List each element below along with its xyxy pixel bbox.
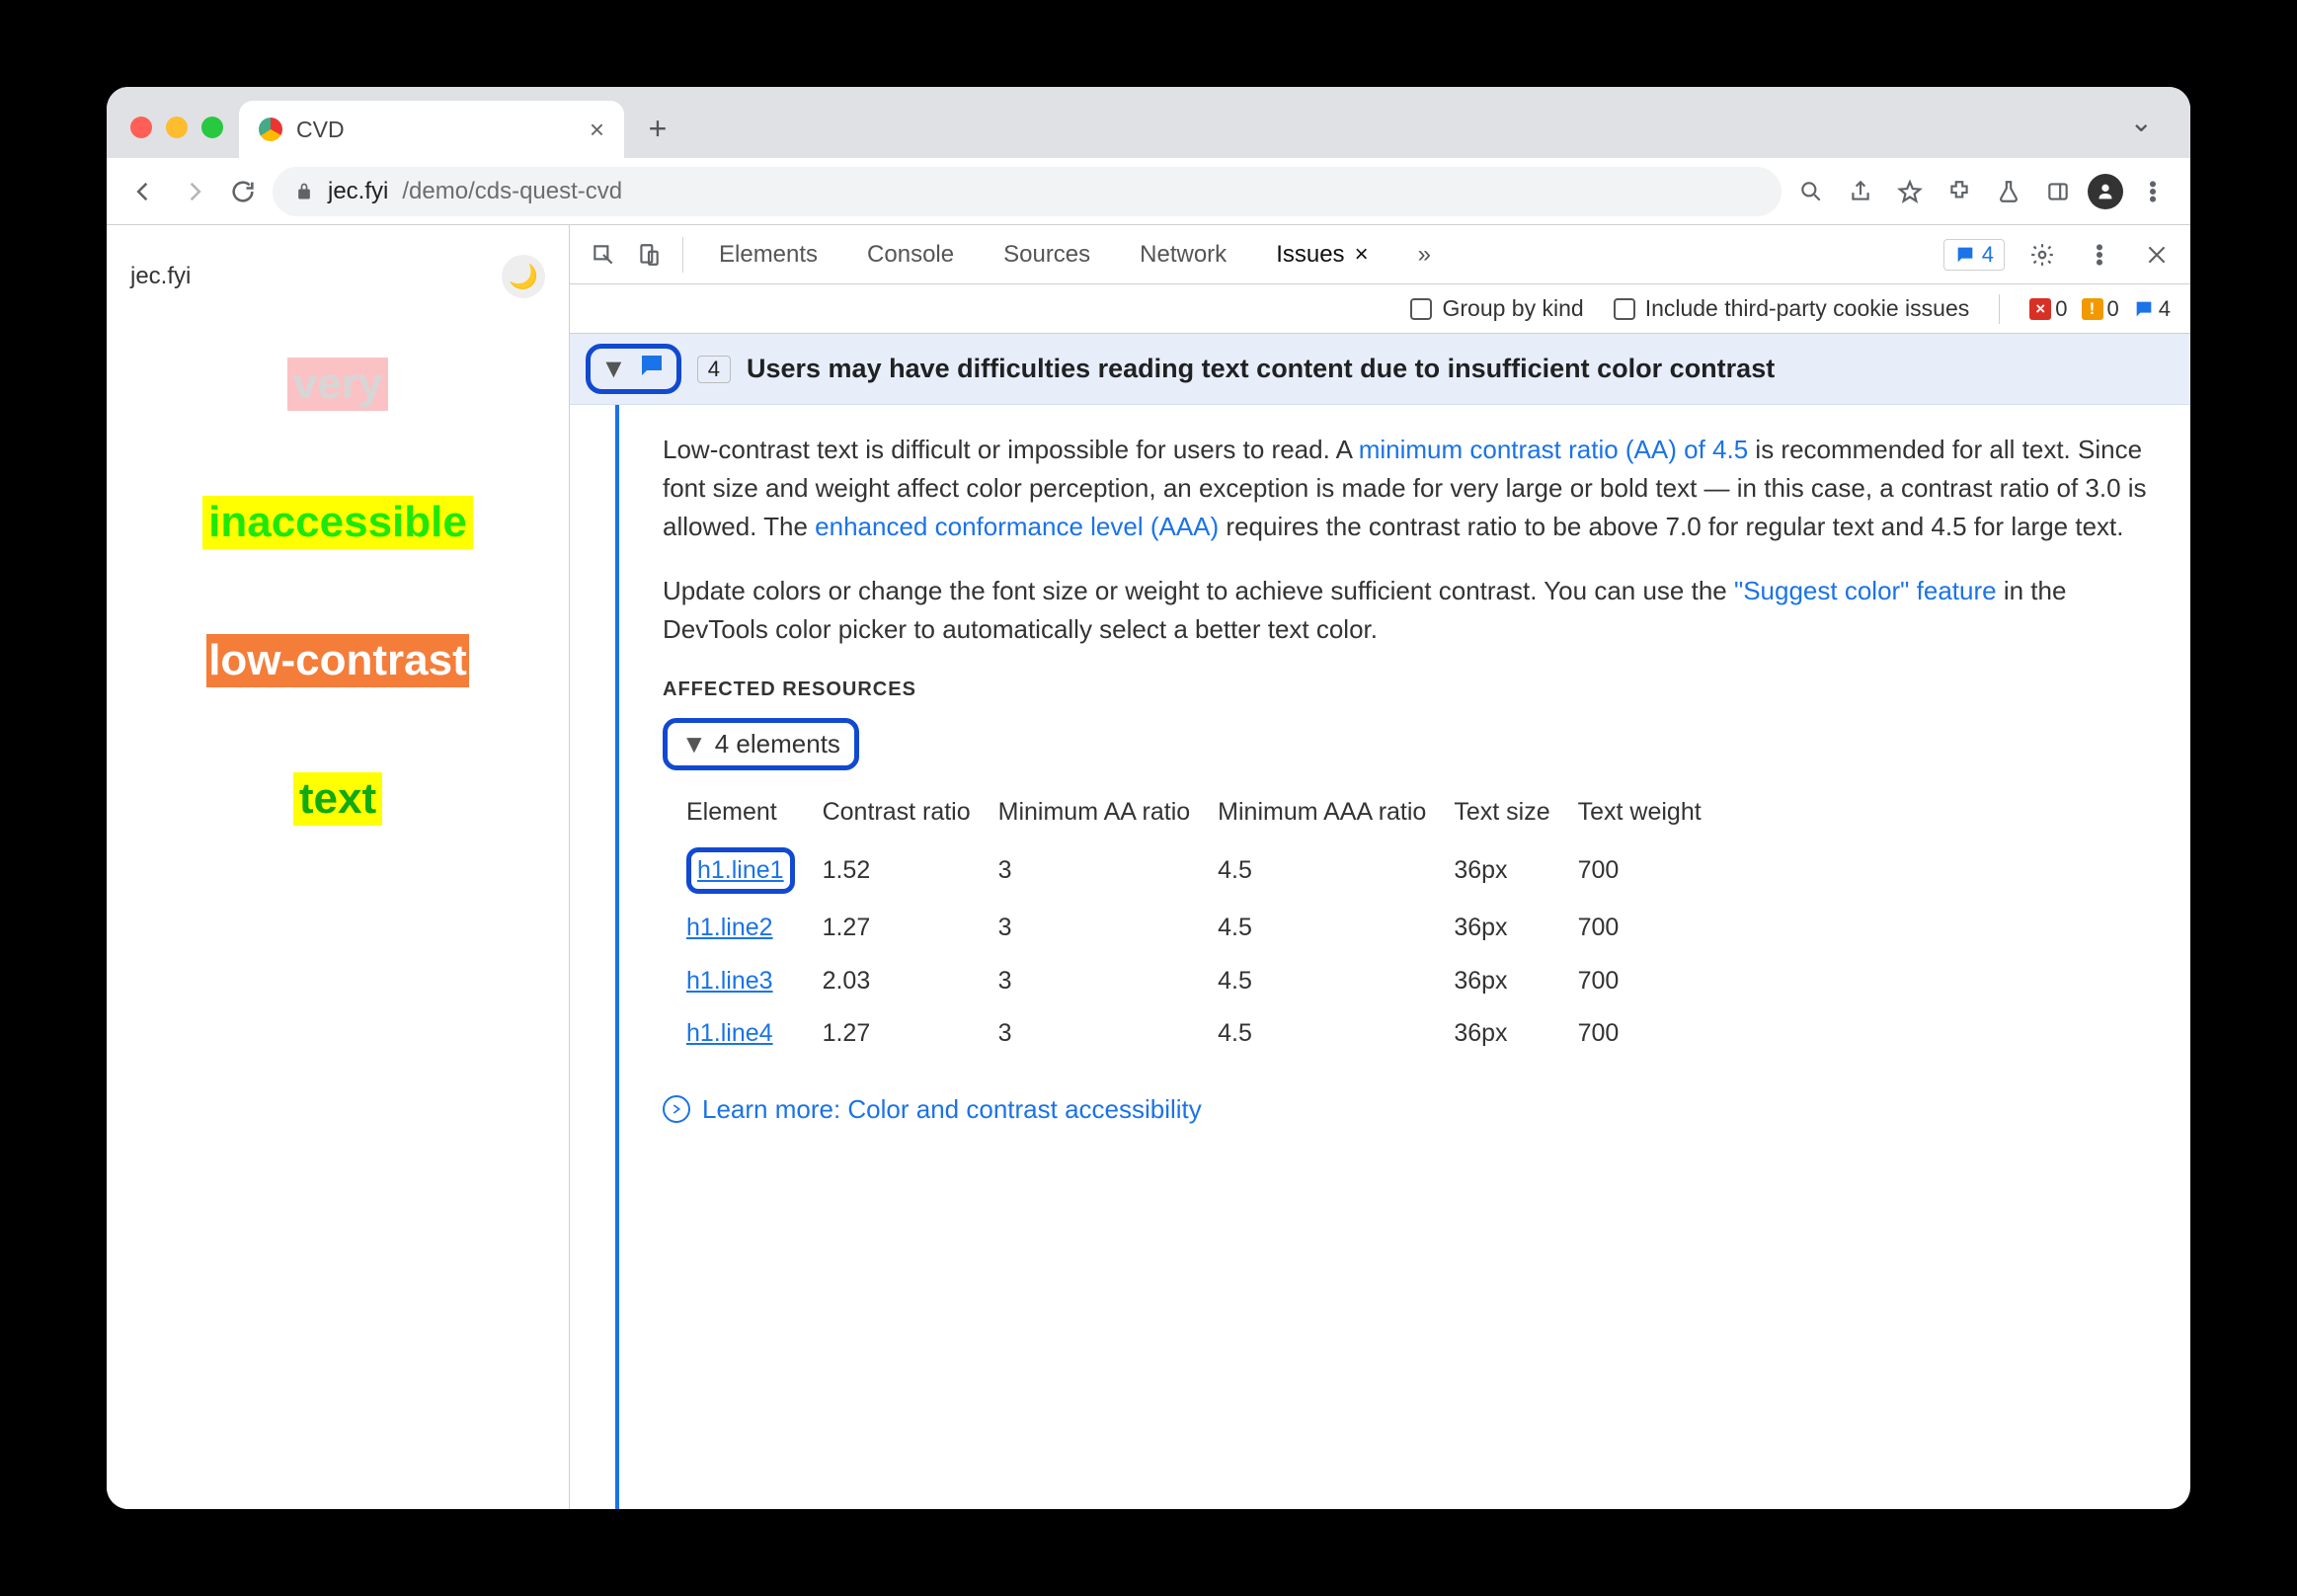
col-contrast: Contrast ratio xyxy=(823,786,998,839)
element-link[interactable]: h1.line4 xyxy=(686,1007,823,1061)
extensions-icon[interactable] xyxy=(1940,172,1979,211)
element-link[interactable]: h1.line2 xyxy=(686,902,823,955)
issue-rail xyxy=(615,405,653,1509)
group-by-kind-checkbox[interactable]: Group by kind xyxy=(1410,295,1583,322)
issue-title: Users may have difficulties reading text… xyxy=(747,354,1775,384)
close-tab-button[interactable]: × xyxy=(590,115,604,145)
tab-elements[interactable]: Elements xyxy=(697,225,839,283)
reload-button[interactable] xyxy=(223,172,263,211)
error-icon: × xyxy=(2029,298,2051,320)
issues-toolbar: Group by kind Include third-party cookie… xyxy=(570,284,2190,334)
col-weight: Text weight xyxy=(1578,786,1729,839)
address-bar: jec.fyi/demo/cds-quest-cvd xyxy=(107,158,2190,225)
table-row: h1.line3 2.0334.536px700 xyxy=(686,955,1729,1008)
lock-icon xyxy=(294,182,314,201)
tab-list-dropdown[interactable]: ⌄ xyxy=(2130,106,2177,158)
close-window-button[interactable] xyxy=(130,117,152,138)
link-aaa[interactable]: enhanced conformance level (AAA) xyxy=(815,512,1219,541)
sidepanel-icon[interactable] xyxy=(2038,172,2078,211)
share-icon[interactable] xyxy=(1841,172,1880,211)
tab-overflow[interactable]: » xyxy=(1396,225,1453,283)
content-split: jec.fyi 🌙 very inaccessible low-contrast… xyxy=(107,225,2190,1509)
affected-summary-toggle[interactable]: ▼ 4 elements xyxy=(663,718,859,770)
issue-toggle-highlight: ▼ xyxy=(586,344,681,394)
url-path: /demo/cds-quest-cvd xyxy=(402,178,622,205)
devtools-close-icon[interactable] xyxy=(2137,235,2177,275)
issue-description-1: Low-contrast text is difficult or imposs… xyxy=(663,431,2151,546)
disclosure-triangle-icon: ▼ xyxy=(681,725,707,763)
tab-sources[interactable]: Sources xyxy=(982,225,1112,283)
url-input[interactable]: jec.fyi/demo/cds-quest-cvd xyxy=(273,167,1782,216)
link-min-contrast[interactable]: minimum contrast ratio (AA) of 4.5 xyxy=(1359,435,1748,464)
tab-strip: CVD × + ⌄ xyxy=(107,87,2190,158)
inspect-icon[interactable] xyxy=(584,235,623,275)
tab-issues[interactable]: Issues× xyxy=(1254,225,1389,283)
sample-line-2: inaccessible xyxy=(202,496,473,549)
dark-mode-toggle[interactable]: 🌙 xyxy=(502,255,545,298)
zoom-icon[interactable] xyxy=(1791,172,1831,211)
col-aaa: Minimum AAA ratio xyxy=(1218,786,1454,839)
table-row: h1.line2 1.2734.536px700 xyxy=(686,902,1729,955)
arrow-right-circle-icon xyxy=(663,1095,690,1123)
issue-category-icon xyxy=(637,351,667,387)
element-link[interactable]: h1.line3 xyxy=(686,955,823,1008)
link-suggest-color[interactable]: "Suggest color" feature xyxy=(1734,576,1997,605)
issue-header[interactable]: ▼ 4 Users may have difficulties reading … xyxy=(570,334,2190,405)
col-element: Element xyxy=(686,786,823,839)
gear-icon[interactable] xyxy=(2022,235,2062,275)
profile-avatar[interactable] xyxy=(2088,174,2123,209)
issue-description-2: Update colors or change the font size or… xyxy=(663,572,2151,649)
issue-counts: ×0 !0 4 xyxy=(2029,296,2171,322)
element-link-highlight[interactable]: h1.line1 xyxy=(686,847,795,895)
table-row: h1.line4 1.2734.536px700 xyxy=(686,1007,1729,1061)
page-viewport: jec.fyi 🌙 very inaccessible low-contrast… xyxy=(107,225,569,1509)
browser-tab[interactable]: CVD × xyxy=(239,101,624,158)
issues-counter-pill[interactable]: 4 xyxy=(1943,239,2005,271)
sample-lines: very inaccessible low-contrast text xyxy=(130,358,545,826)
window-controls xyxy=(120,117,239,158)
back-button[interactable] xyxy=(124,172,164,211)
labs-icon[interactable] xyxy=(1989,172,2028,211)
sample-line-3: low-contrast xyxy=(206,634,469,687)
devtools-tabbar: Elements Console Sources Network Issues×… xyxy=(570,225,2190,284)
col-aa: Minimum AA ratio xyxy=(998,786,1219,839)
sample-line-4: text xyxy=(293,772,382,826)
page-brand: jec.fyi xyxy=(130,263,191,290)
url-host: jec.fyi xyxy=(328,178,388,205)
forward-button[interactable] xyxy=(174,172,213,211)
tab-close-icon[interactable]: × xyxy=(1355,241,1369,269)
more-icon[interactable] xyxy=(2080,235,2119,275)
sample-line-1: very xyxy=(287,358,389,411)
col-size: Text size xyxy=(1454,786,1577,839)
tab-title: CVD xyxy=(296,117,345,143)
tab-console[interactable]: Console xyxy=(845,225,976,283)
devtools-panel: Elements Console Sources Network Issues×… xyxy=(569,225,2190,1509)
browser-window: CVD × + ⌄ jec.fyi/demo/cds-quest-cvd jec… xyxy=(107,87,2190,1509)
affected-elements-table: Element Contrast ratio Minimum AA ratio … xyxy=(686,786,1729,1061)
new-tab-button[interactable]: + xyxy=(634,105,681,152)
third-party-checkbox[interactable]: Include third-party cookie issues xyxy=(1614,295,1970,322)
fullscreen-window-button[interactable] xyxy=(201,117,223,138)
disclosure-triangle-icon[interactable]: ▼ xyxy=(600,354,627,384)
warning-icon: ! xyxy=(2082,298,2103,320)
table-row: h1.line1 1.5234.536px700 xyxy=(686,839,1729,903)
issue-count-badge: 4 xyxy=(697,356,731,383)
device-toggle-icon[interactable] xyxy=(629,235,669,275)
learn-more-link[interactable]: Learn more: Color and contrast accessibi… xyxy=(663,1090,2151,1129)
info-icon xyxy=(2133,298,2155,320)
kebab-menu[interactable] xyxy=(2133,172,2173,211)
minimize-window-button[interactable] xyxy=(166,117,188,138)
bookmark-icon[interactable] xyxy=(1890,172,1930,211)
tab-favicon xyxy=(259,118,282,141)
issue-body: Low-contrast text is difficult or imposs… xyxy=(570,405,2190,1509)
tab-network[interactable]: Network xyxy=(1118,225,1248,283)
affected-resources-heading: AFFECTED RESOURCES xyxy=(663,675,2151,704)
